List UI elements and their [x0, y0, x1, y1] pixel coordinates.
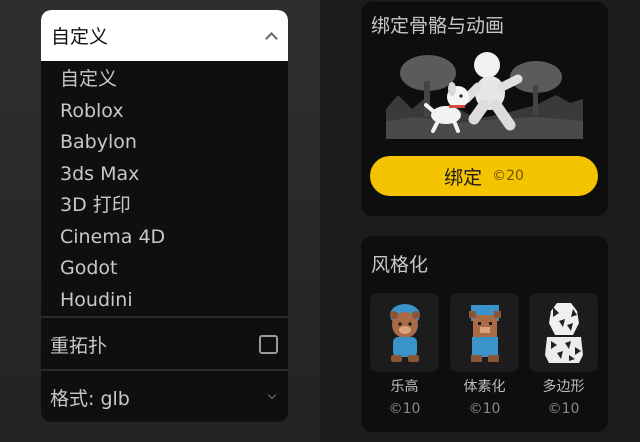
lego-bear-image: [390, 304, 420, 362]
platform-option[interactable]: Cinema 4D: [41, 222, 288, 254]
format-select[interactable]: 格式: glb: [41, 372, 288, 422]
style-thumb-polygon[interactable]: [529, 293, 598, 372]
rig-animation-card: 绑定骨骼与动画 绑定 ©20: [361, 2, 608, 216]
stylize-card: 风格化 乐高 ©10 体素化 ©10 多边形 ©10: [361, 236, 608, 432]
style-name-voxel: 体素化: [463, 379, 506, 395]
rig-preview-image: [386, 47, 583, 139]
platform-option[interactable]: 3ds Max: [41, 159, 288, 191]
rig-button-label: 绑定: [444, 166, 483, 189]
stylize-card-title: 风格化: [371, 254, 429, 276]
platform-option[interactable]: Babylon: [41, 127, 288, 159]
retopology-checkbox[interactable]: [259, 334, 278, 354]
style-cost-lego: ©10: [388, 401, 421, 417]
retopology-row[interactable]: 重拓扑: [41, 319, 288, 369]
platform-option[interactable]: 自定义: [41, 64, 288, 96]
platform-select-value: 自定义: [51, 26, 109, 48]
divider: [41, 316, 288, 318]
divider: [41, 369, 288, 371]
style-thumb-lego[interactable]: [370, 293, 439, 372]
style-name-polygon: 多边形: [542, 379, 585, 395]
style-cost-polygon: ©10: [547, 401, 580, 417]
rig-button-cost: ©20: [492, 168, 524, 184]
format-label: 格式:: [50, 387, 95, 410]
style-cost-voxel: ©10: [468, 401, 501, 417]
platform-option[interactable]: Godot: [41, 253, 288, 285]
format-value: glb: [100, 387, 130, 410]
voxel-bear-image: [469, 305, 501, 362]
export-settings-panel: 自定义 自定义 Roblox Babylon 3ds Max 3D 打印 Cin…: [41, 10, 288, 422]
polygon-bear-image: [545, 303, 583, 363]
platform-option[interactable]: Roblox: [41, 96, 288, 128]
rig-card-title: 绑定骨骼与动画: [371, 15, 505, 37]
platform-select[interactable]: 自定义: [41, 10, 288, 61]
retopology-label: 重拓扑: [50, 334, 108, 357]
chevron-down-icon: [267, 390, 277, 400]
style-name-lego: 乐高: [390, 379, 419, 395]
platform-options-list: 自定义 Roblox Babylon 3ds Max 3D 打印 Cinema …: [41, 61, 288, 316]
rig-button[interactable]: 绑定 ©20: [370, 156, 598, 196]
chevron-up-icon: [265, 31, 278, 45]
platform-option[interactable]: Houdini: [41, 285, 288, 317]
style-thumb-voxel[interactable]: [450, 293, 519, 372]
platform-option[interactable]: 3D 打印: [41, 190, 288, 222]
